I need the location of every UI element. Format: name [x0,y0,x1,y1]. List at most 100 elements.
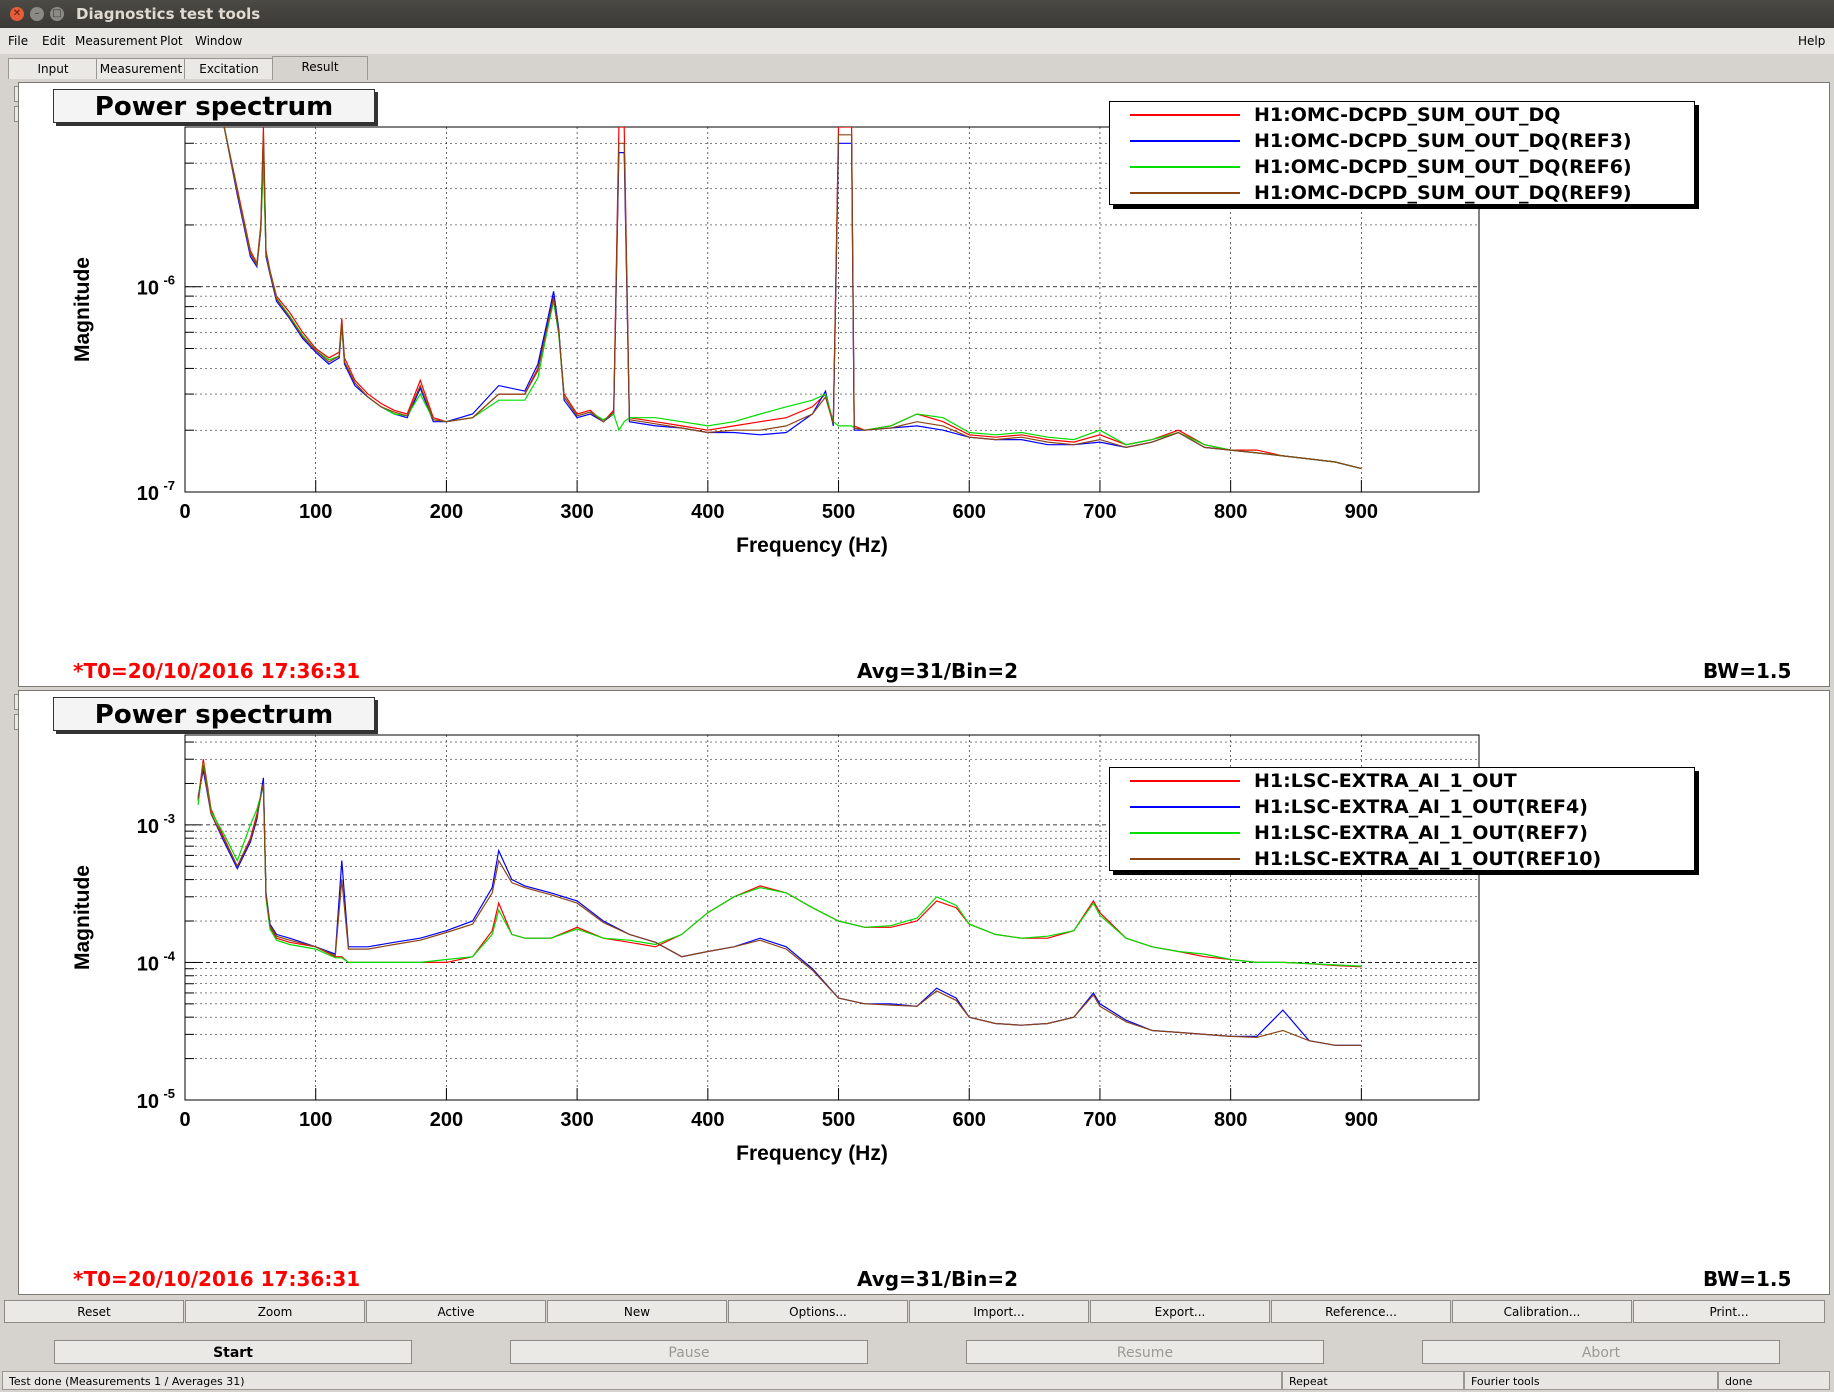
status-state: done [1718,1371,1830,1390]
status-repeat: Repeat [1282,1371,1464,1390]
legend-label: H1:OMC-DCPD_SUM_OUT_DQ(REF3) [1254,130,1632,152]
plot-panel-bottom[interactable]: Power spectrum 0 100 200 300 400 500 600 700 800… [18,690,1830,1295]
x-tick-label: 100 [299,501,332,523]
menu-bar: File Edit Measurement Plot Window Help [0,28,1834,54]
legend-swatch [1130,832,1240,834]
bandwidth-label: BW=1.5 [1703,1267,1792,1291]
legend-swatch [1130,114,1240,116]
averages-label: Avg=31/Bin=2 [857,659,1019,683]
status-bar: Test done (Measurements 1 / Averages 31)… [0,1370,1834,1392]
y-axis-label: Magnitude [71,257,94,362]
y-tick-exponent: -6 [163,273,175,288]
y-tick-exponent: -7 [163,478,175,493]
x-tick-label: 700 [1083,501,1116,523]
legend-label: H1:OMC-DCPD_SUM_OUT_DQ(REF6) [1254,156,1632,178]
start-button[interactable]: Start [54,1340,412,1364]
x-tick-label: 500 [822,1109,855,1131]
reference-button[interactable]: Reference... [1271,1300,1451,1323]
x-tick-label: 0 [179,1109,190,1131]
x-axis-label: Frequency (Hz) [736,534,888,557]
x-tick-label: 700 [1083,1109,1116,1131]
legend-entry: H1:OMC-DCPD_SUM_OUT_DQ(REF9) [1110,180,1694,206]
x-tick-label: 100 [299,1109,332,1131]
legend-label: H1:LSC-EXTRA_AI_1_OUT(REF7) [1254,822,1588,844]
legend-swatch [1130,858,1240,860]
x-tick-label: 900 [1345,1109,1378,1131]
legend-label: H1:OMC-DCPD_SUM_OUT_DQ [1254,104,1561,126]
resume-button[interactable]: Resume [966,1340,1324,1364]
x-tick-label: 900 [1345,501,1378,523]
x-axis-label: Frequency (Hz) [736,1142,888,1165]
x-tick-label: 0 [179,501,190,523]
x-tick-label: 800 [1214,1109,1247,1131]
y-tick-label: 10 [137,1091,159,1113]
legend-entry: H1:OMC-DCPD_SUM_OUT_DQ [1110,102,1694,128]
title-bar: ✕ – □ Diagnostics test tools [0,0,1834,28]
plot-panel-top[interactable]: Power spectrum 0 100 200 300 400 500 600 700 800… [18,82,1830,687]
y-tick-exponent: -3 [163,811,175,826]
new-button[interactable]: New [547,1300,727,1323]
pause-button[interactable]: Pause [510,1340,868,1364]
x-tick-label: 400 [691,501,724,523]
legend-entry: H1:LSC-EXTRA_AI_1_OUT(REF7) [1110,820,1694,846]
minimize-window-icon[interactable]: – [30,7,44,21]
maximize-window-icon[interactable]: □ [50,7,64,21]
legend-swatch [1130,192,1240,194]
x-tick-label: 200 [430,501,463,523]
tab-excitation[interactable]: Excitation [184,58,274,79]
menu-window[interactable]: Window [195,34,242,48]
window-title: Diagnostics test tools [76,5,261,23]
active-button[interactable]: Active [366,1300,546,1323]
legend-swatch [1130,166,1240,168]
menu-edit[interactable]: Edit [42,34,65,48]
legend-swatch [1130,780,1240,782]
calibration-button[interactable]: Calibration... [1452,1300,1632,1323]
reset-button[interactable]: Reset [4,1300,184,1323]
import-button[interactable]: Import... [909,1300,1089,1323]
x-tick-label: 600 [953,501,986,523]
y-tick-label: 10 [137,483,159,505]
legend-label: H1:LSC-EXTRA_AI_1_OUT(REF4) [1254,796,1588,818]
tab-result[interactable]: Result [272,56,368,80]
legend-swatch [1130,140,1240,142]
y-tick-exponent: -5 [163,1086,175,1101]
legend-swatch [1130,806,1240,808]
y-tick-exponent: -4 [163,948,175,963]
tab-input[interactable]: Input [8,58,98,79]
y-axis-label: Magnitude [71,865,94,970]
bandwidth-label: BW=1.5 [1703,659,1792,683]
tab-bar: Input Measurement Excitation Result [0,56,1834,80]
print-button[interactable]: Print... [1633,1300,1825,1323]
menu-plot[interactable]: Plot [160,34,183,48]
averages-label: Avg=31/Bin=2 [857,1267,1019,1291]
menu-measurement[interactable]: Measurement [75,34,157,48]
close-window-icon[interactable]: ✕ [10,7,24,21]
export-button[interactable]: Export... [1090,1300,1270,1323]
legend-label: H1:OMC-DCPD_SUM_OUT_DQ(REF9) [1254,182,1632,204]
y-tick-label: 10 [137,278,159,300]
tab-measurement[interactable]: Measurement [96,58,186,79]
menu-help[interactable]: Help [1798,34,1825,48]
status-message: Test done (Measurements 1 / Averages 31) [2,1371,1282,1390]
status-tool: Fourier tools [1464,1371,1718,1390]
y-tick-label: 10 [137,953,159,975]
menu-file[interactable]: File [8,34,28,48]
abort-button[interactable]: Abort [1422,1340,1780,1364]
x-tick-label: 300 [560,1109,593,1131]
zoom-button[interactable]: Zoom [185,1300,365,1323]
legend-bottom[interactable]: H1:LSC-EXTRA_AI_1_OUT H1:LSC-EXTRA_AI_1_… [1109,767,1695,871]
x-tick-label: 600 [953,1109,986,1131]
x-tick-label: 300 [560,501,593,523]
control-bar: Start Pause Resume Abort [4,1336,1830,1370]
legend-entry: H1:LSC-EXTRA_AI_1_OUT [1110,768,1694,794]
t0-timestamp: *T0=20/10/2016 17:36:31 [73,1267,361,1291]
legend-top[interactable]: H1:OMC-DCPD_SUM_OUT_DQ H1:OMC-DCPD_SUM_O… [1109,101,1695,205]
x-tick-label: 500 [822,501,855,523]
legend-entry: H1:OMC-DCPD_SUM_OUT_DQ(REF3) [1110,128,1694,154]
x-tick-label: 200 [430,1109,463,1131]
legend-label: H1:LSC-EXTRA_AI_1_OUT(REF10) [1254,848,1602,870]
plot-toolbar: Reset Zoom Active New Options... Import.… [4,1300,1830,1324]
options-button[interactable]: Options... [728,1300,908,1323]
legend-entry: H1:LSC-EXTRA_AI_1_OUT(REF10) [1110,846,1694,872]
legend-entry: H1:OMC-DCPD_SUM_OUT_DQ(REF6) [1110,154,1694,180]
